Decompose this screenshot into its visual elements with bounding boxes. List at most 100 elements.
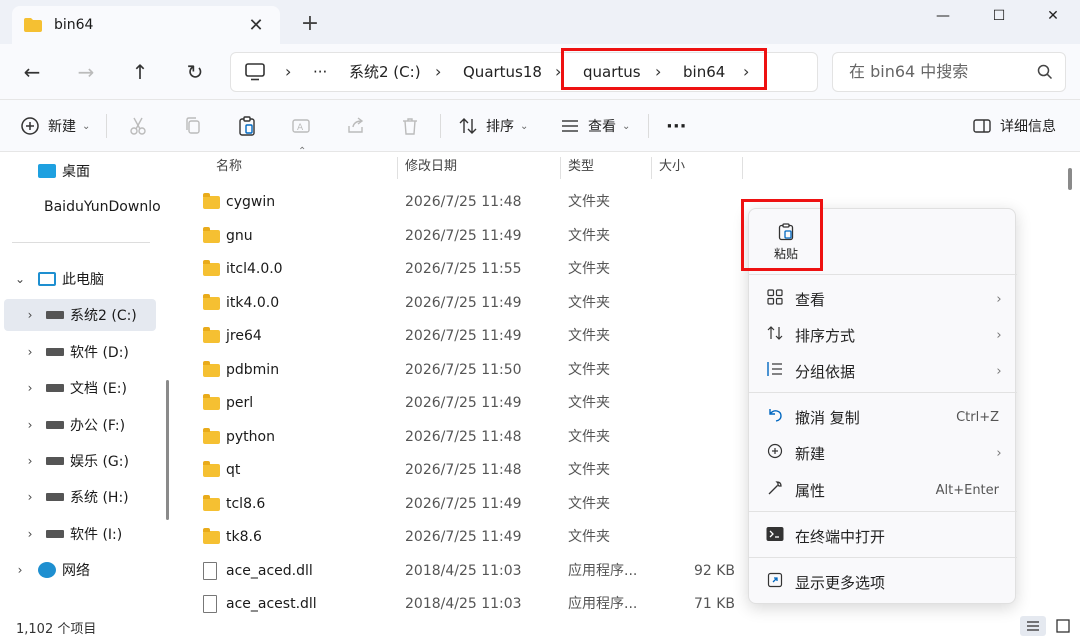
cut-button[interactable] — [128, 112, 156, 140]
menu-item-label: 在终端中打开 — [795, 527, 886, 546]
copy-icon — [183, 116, 203, 136]
computer-icon — [38, 272, 56, 286]
file-list-scrollbar[interactable] — [1068, 168, 1072, 190]
forward-button[interactable]: → — [70, 56, 102, 88]
menu-item-properties[interactable]: 属性 Alt+Enter — [755, 473, 1011, 507]
sidebar-item-network[interactable]: › 网络 — [0, 554, 160, 586]
search-icon — [1037, 64, 1053, 80]
copy-button[interactable] — [183, 112, 211, 140]
column-header-name[interactable]: 名称 — [216, 153, 242, 181]
refresh-button[interactable]: ↻ — [179, 56, 211, 88]
minimize-button[interactable]: — — [920, 2, 966, 30]
up-button[interactable]: ↑ — [124, 56, 156, 88]
details-pane-icon — [972, 116, 992, 136]
sidebar-item-drive-i[interactable]: › 软件 (I:) — [0, 518, 160, 550]
file-date: 2018/4/25 11:03 — [405, 562, 522, 579]
column-divider[interactable] — [560, 157, 561, 179]
back-button[interactable]: ← — [16, 56, 48, 88]
chevron-down-icon[interactable]: ⌄ — [12, 272, 28, 286]
folder-icon — [203, 394, 220, 410]
chevron-right-icon[interactable]: › — [22, 381, 38, 395]
column-divider[interactable] — [651, 157, 652, 179]
folder-icon — [203, 360, 220, 377]
highlight-box — [561, 48, 767, 90]
menu-item-new[interactable]: 新建 › — [755, 436, 1011, 470]
sort-button[interactable]: 排序 ⌄ — [458, 112, 528, 140]
rename-icon: A — [291, 116, 311, 136]
chevron-right-icon[interactable]: › — [22, 454, 38, 468]
divider — [749, 557, 1017, 558]
sidebar-item-drive-e[interactable]: › 文档 (E:) — [0, 372, 160, 404]
details-pane-button[interactable]: 详细信息 — [972, 112, 1056, 140]
sidebar-item-this-pc[interactable]: ⌄ 此电脑 — [0, 263, 160, 295]
folder-icon — [203, 327, 220, 343]
file-name: python — [226, 428, 275, 445]
file-size: 71 KB — [693, 596, 735, 612]
view-button[interactable]: 查看 ⌄ — [560, 112, 630, 140]
sidebar-item-label: 网络 — [62, 563, 90, 579]
chevron-right-icon: › — [285, 62, 292, 81]
drive-icon — [46, 311, 64, 319]
breadcrumb-quartus18[interactable]: Quartus18 — [463, 53, 542, 91]
navigation-pane: 桌面 BaiduYunDownload ⌄ 此电脑 › 系统2 (C:) › 软… — [0, 153, 160, 615]
chevron-right-icon[interactable]: › — [12, 563, 28, 577]
menu-item-show-more-options[interactable]: 显示更多选项 — [755, 565, 1011, 599]
breadcrumb-more[interactable]: ··· — [313, 53, 327, 91]
sidebar-item-drive-c[interactable]: › 系统2 (C:) — [4, 299, 156, 331]
details-view-button[interactable] — [1020, 616, 1046, 636]
highlight-box — [741, 199, 823, 271]
more-options-button[interactable]: ··· — [666, 112, 687, 140]
file-name: tcl8.6 — [226, 495, 266, 512]
delete-button[interactable] — [400, 112, 428, 140]
menu-item-label: 显示更多选项 — [795, 573, 886, 592]
details-label: 详细信息 — [1000, 119, 1056, 135]
column-divider[interactable] — [397, 157, 398, 179]
divider — [12, 242, 150, 243]
menu-item-undo-copy[interactable]: 撤消 复制 Ctrl+Z — [755, 400, 1011, 434]
chevron-down-icon: ⌄ — [82, 120, 91, 132]
sidebar-item-drive-g[interactable]: › 娱乐 (G:) — [0, 445, 160, 477]
close-window-button[interactable]: ✕ — [1030, 2, 1076, 30]
tiles-view-button[interactable] — [1050, 616, 1076, 636]
sidebar-item-drive-h[interactable]: › 系统 (H:) — [0, 481, 160, 513]
menu-item-open-terminal[interactable]: 在终端中打开 — [755, 519, 1011, 553]
paste-toolbar-button[interactable] — [237, 112, 265, 140]
sidebar-item-drive-f[interactable]: › 办公 (F:) — [0, 409, 160, 441]
sidebar-item-baiduyun[interactable]: BaiduYunDownload — [0, 191, 160, 223]
breadcrumb-drive[interactable]: 系统2 (C:) — [349, 53, 421, 91]
column-header-type[interactable]: 类型 — [568, 153, 594, 181]
sidebar-item-drive-d[interactable]: › 软件 (D:) — [0, 336, 160, 368]
sidebar-scrollbar[interactable] — [166, 380, 169, 520]
menu-item-view[interactable]: 查看 › — [755, 282, 1011, 316]
maximize-button[interactable]: ☐ — [976, 2, 1022, 30]
chevron-right-icon[interactable]: › — [22, 345, 38, 359]
chevron-right-icon[interactable]: › — [22, 308, 38, 322]
network-icon — [38, 562, 56, 578]
scissors-icon — [128, 116, 148, 136]
trash-icon — [400, 116, 420, 136]
folder-icon — [203, 226, 220, 243]
search-box[interactable]: 在 bin64 中搜索 — [832, 52, 1066, 92]
rename-button[interactable]: A — [291, 112, 319, 140]
chevron-right-icon[interactable]: › — [22, 418, 38, 432]
chevron-right-icon[interactable]: › — [22, 527, 38, 541]
dll-file-icon — [203, 561, 217, 580]
new-tab-button[interactable]: + — [296, 10, 324, 38]
column-header-size[interactable]: 大小 — [659, 153, 685, 181]
sort-icon — [458, 116, 478, 136]
menu-item-sort-by[interactable]: 排序方式 › — [755, 318, 1011, 352]
share-button[interactable] — [346, 112, 374, 140]
tab-close-button[interactable]: ✕ — [244, 15, 268, 36]
menu-item-label: 分组依据 — [795, 362, 856, 381]
chevron-right-icon[interactable]: › — [22, 490, 38, 504]
divider — [749, 511, 1017, 512]
column-header-modified[interactable]: 修改日期 — [405, 153, 457, 181]
menu-item-group-by[interactable]: 分组依据 › — [755, 354, 1011, 388]
new-button[interactable]: 新建 ⌄ — [20, 112, 90, 140]
tab-bin64[interactable]: bin64 ✕ — [12, 6, 280, 44]
sidebar-item-desktop[interactable]: 桌面 — [0, 155, 160, 187]
divider — [749, 392, 1017, 393]
file-type: 文件夹 — [568, 428, 610, 445]
column-divider[interactable] — [742, 157, 743, 179]
file-date: 2026/7/25 11:49 — [405, 227, 522, 244]
